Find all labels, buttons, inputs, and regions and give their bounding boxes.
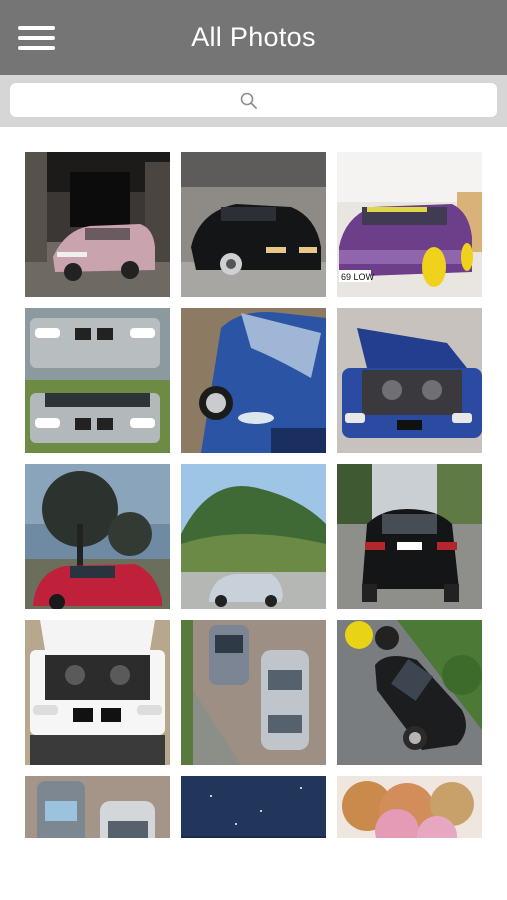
photo-thumbnail[interactable] bbox=[25, 464, 170, 609]
svg-text:69 LOW: 69 LOW bbox=[341, 272, 375, 282]
photo-thumbnail[interactable] bbox=[337, 464, 482, 609]
photo-thumbnail[interactable] bbox=[337, 620, 482, 765]
photo-thumbnail[interactable] bbox=[337, 308, 482, 453]
photo-grid: 69 LOW bbox=[25, 152, 483, 838]
top-navigation-bar: All Photos bbox=[0, 0, 507, 75]
photo-thumbnail[interactable] bbox=[181, 776, 326, 838]
photo-thumbnail[interactable]: 69 LOW bbox=[337, 152, 482, 297]
photo-thumbnail[interactable] bbox=[25, 620, 170, 765]
photo-thumbnail[interactable] bbox=[181, 620, 326, 765]
search-icon bbox=[240, 92, 257, 109]
photo-thumbnail[interactable] bbox=[181, 308, 326, 453]
photo-thumbnail[interactable] bbox=[181, 152, 326, 297]
photo-thumbnail[interactable] bbox=[181, 464, 326, 609]
photo-thumbnail[interactable] bbox=[25, 776, 170, 838]
page-title: All Photos bbox=[191, 22, 316, 52]
photo-thumbnail[interactable] bbox=[337, 776, 482, 838]
photo-thumbnail[interactable] bbox=[25, 152, 170, 297]
photo-thumbnail[interactable] bbox=[25, 308, 170, 453]
search-bar-container bbox=[0, 75, 507, 127]
